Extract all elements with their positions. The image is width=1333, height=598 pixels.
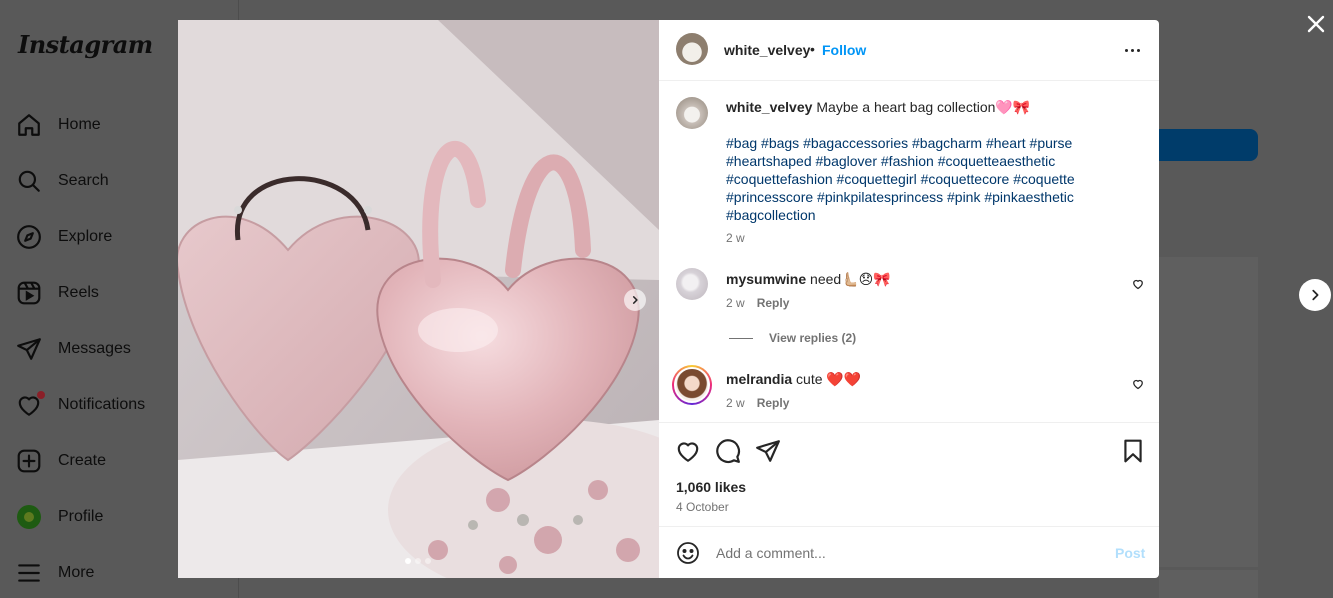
bookmark-icon[interactable] [1120,438,1146,464]
sidebar-item-label: Notifications [58,396,146,413]
sidebar-item-profile[interactable]: Profile [16,502,103,532]
sidebar-item-home[interactable]: Home [16,110,101,140]
plus-square-icon [17,449,41,473]
hamburger-icon [18,564,40,582]
reels-icon [17,281,41,305]
sidebar-item-label: More [58,564,95,581]
separator-dot: • [810,41,815,57]
comment-text: cute ❤️❤️ [796,371,862,387]
like-count[interactable]: 1,060 likes [676,479,746,495]
chevron-right-icon [632,296,638,304]
avatar[interactable] [676,268,708,300]
caption: white_velvey Maybe a heart bag collection… [726,98,1126,116]
share-icon[interactable] [755,438,781,464]
post-author-username[interactable]: white_velvey [724,42,810,58]
comment: melrandia cute ❤️❤️ [726,371,861,388]
reply-button[interactable]: Reply [757,396,790,410]
next-post-button[interactable] [1299,279,1331,311]
post-header: white_velvey • Follow [659,20,1159,81]
comment-username[interactable]: mysumwine [726,271,806,287]
post-image[interactable] [178,20,659,578]
carousel-next-button[interactable] [624,289,646,311]
avatar[interactable] [676,33,708,65]
sidebar-item-label: Home [58,116,101,133]
caption-hashtags[interactable]: #bag #bags #bagaccessories #bagcharm #he… [726,134,1096,224]
heart-bags-photo [178,20,659,578]
carousel-dot [405,558,411,564]
sidebar-item-messages[interactable]: Messages [16,334,131,364]
sidebar-item-search[interactable]: Search [16,166,109,196]
instagram-logo[interactable]: Instagram [18,30,153,59]
view-replies-button[interactable]: View replies (2) [729,331,856,345]
like-icon[interactable] [675,438,701,464]
paper-plane-icon [17,338,41,360]
notification-badge [37,391,45,399]
avatar[interactable] [676,97,708,129]
comment-time[interactable]: 2 w [726,296,745,310]
divider [729,337,753,339]
sidebar-item-label: Search [58,172,109,189]
comment: mysumwine need🫷🏼😞🎀 [726,271,891,288]
sidebar-item-create[interactable]: Create [16,446,106,476]
background-tile [1159,570,1258,598]
search-icon [18,170,40,192]
sidebar-item-label: Explore [58,228,113,245]
avatar[interactable] [672,365,712,405]
sidebar-item-label: Reels [58,284,99,301]
sidebar-item-label: Create [58,452,107,469]
emoji-icon[interactable] [676,541,700,565]
comment-meta: 2 w Reply [726,296,789,310]
comment-time[interactable]: 2 w [726,396,745,410]
carousel-indicator [405,558,431,564]
post-comment-button[interactable]: Post [1115,545,1145,561]
carousel-dot [415,558,421,564]
profile-avatar [17,505,41,529]
comments-section: white_velvey Maybe a heart bag collection… [659,81,1159,422]
chevron-right-icon [1312,289,1319,301]
post-actions: 1,060 likes 4 October [659,422,1159,526]
sidebar-item-notifications[interactable]: Notifications [16,390,145,420]
comment-input[interactable] [716,541,1096,565]
post-details-panel: white_velvey • Follow white_velvey Maybe … [659,20,1159,578]
sidebar-item-reels[interactable]: Reels [16,278,99,308]
notifications-icon-wrap [16,391,45,418]
like-comment-icon[interactable] [1132,378,1144,390]
sidebar-item-label: Messages [58,340,131,357]
caption-text: Maybe a heart bag collection🩷🎀 [816,99,1031,115]
sidebar-item-label: Profile [58,508,104,525]
view-replies-label: View replies (2) [769,331,857,345]
comment-icon[interactable] [715,438,741,464]
caption-time[interactable]: 2 w [726,231,745,245]
reply-button[interactable]: Reply [757,296,790,310]
sidebar-item-explore[interactable]: Explore [16,222,112,252]
more-options-icon[interactable] [1122,40,1142,60]
sidebar-item-more[interactable]: More [16,558,94,588]
close-icon[interactable] [1304,12,1328,36]
add-comment-bar: Post [659,526,1159,578]
home-icon [18,114,40,136]
compass-icon [17,225,41,249]
background-tile [1159,257,1258,567]
like-comment-icon[interactable] [1132,278,1144,290]
comment-username[interactable]: melrandia [726,371,792,387]
carousel-dot [425,558,431,564]
caption-username[interactable]: white_velvey [726,99,812,115]
comment-meta: 2 w Reply [726,396,789,410]
follow-button[interactable]: Follow [822,42,866,58]
background-button [1158,129,1258,161]
post-date[interactable]: 4 October [676,500,729,514]
comment-text: need🫷🏼😞🎀 [810,271,891,287]
caption-meta: 2 w [726,231,745,245]
